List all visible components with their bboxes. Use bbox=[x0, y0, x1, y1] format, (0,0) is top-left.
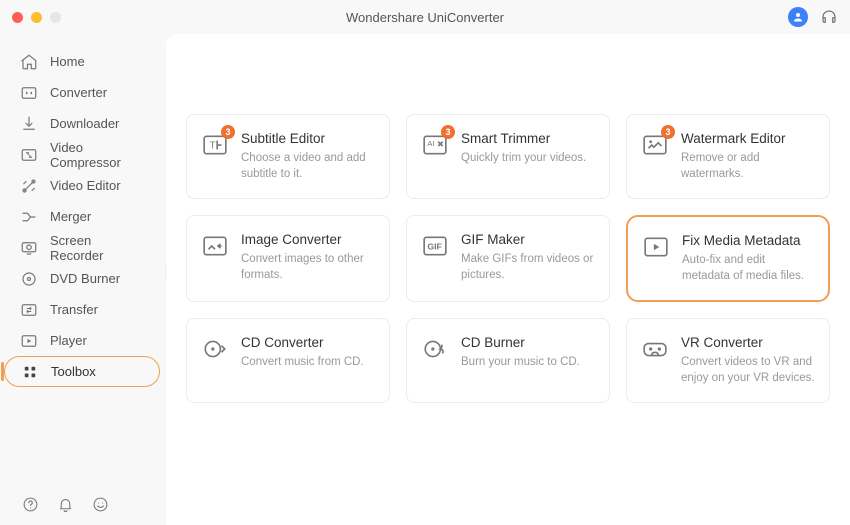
transfer-icon bbox=[20, 301, 38, 319]
merger-icon bbox=[20, 208, 38, 226]
compress-icon bbox=[20, 146, 38, 164]
tool-card-cd-converter[interactable]: CD Converter Convert music from CD. bbox=[186, 318, 390, 403]
watermark-icon: 3 bbox=[641, 131, 669, 159]
tool-desc: Auto-fix and edit metadata of media file… bbox=[682, 253, 814, 284]
sidebar: Home Converter Downloader Video Compressor V… bbox=[0, 34, 166, 525]
user-avatar[interactable] bbox=[788, 7, 808, 27]
tool-title: CD Burner bbox=[461, 335, 595, 350]
tool-desc: Convert videos to VR and enjoy on your V… bbox=[681, 355, 815, 386]
sidebar-item-dvd-burner[interactable]: DVD Burner bbox=[0, 263, 166, 294]
home-icon bbox=[20, 53, 38, 71]
main-content: 3 Subtitle Editor Choose a video and add s… bbox=[166, 34, 850, 525]
notifications-icon[interactable] bbox=[57, 496, 74, 513]
sidebar-item-label: Toolbox bbox=[51, 364, 96, 379]
badge: 3 bbox=[221, 125, 235, 139]
tool-desc: Burn your music to CD. bbox=[461, 355, 595, 371]
user-icon bbox=[792, 11, 804, 23]
sidebar-item-toolbox[interactable]: Toolbox bbox=[4, 356, 160, 387]
tool-card-body: Watermark Editor Remove or add watermarks… bbox=[681, 131, 815, 182]
tool-card-gif-maker[interactable]: GIF Maker Make GIFs from videos or pictur… bbox=[406, 215, 610, 302]
sidebar-item-player[interactable]: Player bbox=[0, 325, 166, 356]
sidebar-item-label: Home bbox=[50, 54, 85, 69]
dvd-icon bbox=[20, 270, 38, 288]
sidebar-item-video-editor[interactable]: Video Editor bbox=[0, 170, 166, 201]
tool-desc: Quickly trim your videos. bbox=[461, 151, 595, 167]
tool-desc: Choose a video and add subtitle to it. bbox=[241, 151, 375, 182]
sidebar-item-label: DVD Burner bbox=[50, 271, 120, 286]
sidebar-item-label: Merger bbox=[50, 209, 91, 224]
tool-card-smart-trimmer[interactable]: 3 Smart Trimmer Quickly trim your videos. bbox=[406, 114, 610, 199]
tool-card-body: Fix Media Metadata Auto-fix and edit meta… bbox=[682, 233, 814, 284]
sidebar-item-label: Video Compressor bbox=[50, 140, 146, 170]
tool-desc: Remove or add watermarks. bbox=[681, 151, 815, 182]
sidebar-item-label: Player bbox=[50, 333, 87, 348]
tool-card-body: Subtitle Editor Choose a video and add su… bbox=[241, 131, 375, 182]
minimize-window-button[interactable] bbox=[31, 12, 42, 23]
tool-card-body: GIF Maker Make GIFs from videos or pictur… bbox=[461, 232, 595, 283]
sidebar-item-label: Transfer bbox=[50, 302, 98, 317]
sidebar-item-home[interactable]: Home bbox=[0, 46, 166, 77]
tool-card-vr-converter[interactable]: VR Converter Convert videos to VR and enj… bbox=[626, 318, 830, 403]
sidebar-item-label: Video Editor bbox=[50, 178, 121, 193]
sidebar-item-downloader[interactable]: Downloader bbox=[0, 108, 166, 139]
tool-title: VR Converter bbox=[681, 335, 815, 350]
tool-card-body: CD Burner Burn your music to CD. bbox=[461, 335, 595, 371]
tool-card-subtitle-editor[interactable]: 3 Subtitle Editor Choose a video and add s… bbox=[186, 114, 390, 199]
trimmer-icon: 3 bbox=[421, 131, 449, 159]
tool-desc: Make GIFs from videos or pictures. bbox=[461, 252, 595, 283]
recorder-icon bbox=[20, 239, 38, 257]
titlebar: Wondershare UniConverter bbox=[0, 0, 850, 34]
toolbox-icon bbox=[21, 363, 39, 381]
vr-icon bbox=[641, 335, 669, 363]
tool-card-watermark-editor[interactable]: 3 Watermark Editor Remove or add watermark… bbox=[626, 114, 830, 199]
player-icon bbox=[20, 332, 38, 350]
metadata-icon bbox=[642, 233, 670, 261]
editor-icon bbox=[20, 177, 38, 195]
tool-title: GIF Maker bbox=[461, 232, 595, 247]
tool-card-fix-media-metadata[interactable]: Fix Media Metadata Auto-fix and edit meta… bbox=[626, 215, 830, 302]
tool-card-cd-burner[interactable]: CD Burner Burn your music to CD. bbox=[406, 318, 610, 403]
sidebar-item-label: Screen Recorder bbox=[50, 233, 146, 263]
window-controls bbox=[12, 12, 61, 23]
gif-icon bbox=[421, 232, 449, 260]
tool-title: Smart Trimmer bbox=[461, 131, 595, 146]
badge: 3 bbox=[441, 125, 455, 139]
sidebar-item-video-compressor[interactable]: Video Compressor bbox=[0, 139, 166, 170]
sidebar-footer bbox=[0, 484, 166, 525]
support-icon[interactable] bbox=[820, 8, 838, 26]
sidebar-item-converter[interactable]: Converter bbox=[0, 77, 166, 108]
tool-card-body: Image Converter Convert images to other f… bbox=[241, 232, 375, 283]
tool-title: CD Converter bbox=[241, 335, 375, 350]
sidebar-item-merger[interactable]: Merger bbox=[0, 201, 166, 232]
download-icon bbox=[20, 115, 38, 133]
toolbox-grid: 3 Subtitle Editor Choose a video and add s… bbox=[186, 114, 830, 403]
help-icon[interactable] bbox=[22, 496, 39, 513]
tool-card-body: CD Converter Convert music from CD. bbox=[241, 335, 375, 371]
cdconv-icon bbox=[201, 335, 229, 363]
app-title: Wondershare UniConverter bbox=[0, 10, 850, 25]
tool-desc: Convert images to other formats. bbox=[241, 252, 375, 283]
tool-title: Subtitle Editor bbox=[241, 131, 375, 146]
feedback-icon[interactable] bbox=[92, 496, 109, 513]
badge: 3 bbox=[661, 125, 675, 139]
tool-card-body: Smart Trimmer Quickly trim your videos. bbox=[461, 131, 595, 167]
tool-title: Watermark Editor bbox=[681, 131, 815, 146]
sidebar-item-screen-recorder[interactable]: Screen Recorder bbox=[0, 232, 166, 263]
subtitle-icon: 3 bbox=[201, 131, 229, 159]
close-window-button[interactable] bbox=[12, 12, 23, 23]
tool-card-body: VR Converter Convert videos to VR and enj… bbox=[681, 335, 815, 386]
sidebar-item-label: Converter bbox=[50, 85, 107, 100]
sidebar-item-transfer[interactable]: Transfer bbox=[0, 294, 166, 325]
sidebar-item-label: Downloader bbox=[50, 116, 119, 131]
converter-icon bbox=[20, 84, 38, 102]
tool-title: Fix Media Metadata bbox=[682, 233, 814, 248]
cdburn-icon bbox=[421, 335, 449, 363]
tool-card-image-converter[interactable]: Image Converter Convert images to other f… bbox=[186, 215, 390, 302]
tool-title: Image Converter bbox=[241, 232, 375, 247]
tool-desc: Convert music from CD. bbox=[241, 355, 375, 371]
maximize-window-button[interactable] bbox=[50, 12, 61, 23]
imgconv-icon bbox=[201, 232, 229, 260]
